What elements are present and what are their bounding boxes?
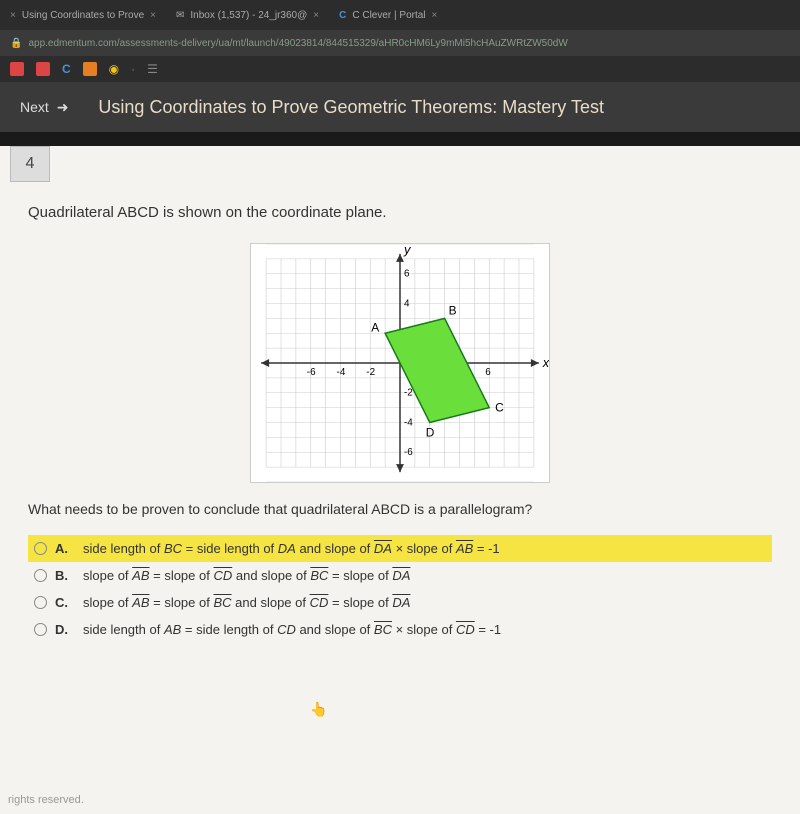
url-text: app.edmentum.com/assessments-delivery/ua… xyxy=(28,38,567,49)
radio-icon[interactable] xyxy=(34,596,47,609)
close-icon[interactable]: × xyxy=(10,10,16,21)
radio-icon[interactable] xyxy=(34,542,47,555)
svg-text:C: C xyxy=(495,401,504,415)
svg-text:B: B xyxy=(449,303,457,317)
option-d[interactable]: D. side length of AB = side length of CD… xyxy=(28,616,772,643)
option-letter: A. xyxy=(55,541,71,556)
svg-text:-4: -4 xyxy=(404,417,413,428)
svg-text:y: y xyxy=(403,243,412,257)
url-bar[interactable]: 🔒 app.edmentum.com/assessments-delivery/… xyxy=(0,30,800,56)
option-a[interactable]: A. side length of BC = side length of DA… xyxy=(28,535,772,562)
cursor-pointer-icon: 👆 xyxy=(310,701,327,718)
footer-text: rights reserved. xyxy=(8,794,84,806)
option-c[interactable]: C. slope of AB = slope of BC and slope o… xyxy=(28,589,772,616)
option-text: side length of BC = side length of DA an… xyxy=(83,541,500,556)
browser-tab[interactable]: C C Clever | Portal × xyxy=(339,10,437,21)
option-letter: C. xyxy=(55,595,71,610)
radio-icon[interactable] xyxy=(34,623,47,636)
question-prompt: Quadrilateral ABCD is shown on the coord… xyxy=(28,204,772,221)
tab-label: Using Coordinates to Prove xyxy=(22,10,144,21)
close-icon[interactable]: × xyxy=(432,10,438,21)
arrow-right-icon: ➜ xyxy=(57,99,69,115)
browser-tabs: × Using Coordinates to Prove × ✉ Inbox (… xyxy=(0,0,800,30)
svg-text:D: D xyxy=(426,425,435,439)
browser-tab[interactable]: ✉ Inbox (1,537) - 24_jr360@ × xyxy=(176,10,319,21)
svg-text:6: 6 xyxy=(485,367,491,378)
question-ask: What needs to be proven to conclude that… xyxy=(28,501,772,517)
close-icon[interactable]: × xyxy=(150,10,156,21)
lock-icon: 🔒 xyxy=(10,38,22,49)
reading-list-icon[interactable]: ☰ xyxy=(147,62,158,76)
bookmark-icon[interactable] xyxy=(36,62,50,76)
tab-label: Inbox (1,537) - 24_jr360@ xyxy=(190,10,307,21)
radio-icon[interactable] xyxy=(34,569,47,582)
bookmark-icon[interactable]: C xyxy=(62,62,71,76)
svg-text:x: x xyxy=(542,355,550,370)
svg-text:4: 4 xyxy=(404,298,410,309)
bookmarks-bar: C ◉ · ☰ xyxy=(0,56,800,82)
option-letter: D. xyxy=(55,622,71,637)
coordinate-grid: x y -6-4-2246-6-4-2246 ABCD xyxy=(250,243,550,483)
option-text: side length of AB = side length of CD an… xyxy=(83,622,501,637)
coordinate-plane-figure: x y -6-4-2246-6-4-2246 ABCD xyxy=(0,243,800,483)
svg-text:-6: -6 xyxy=(307,367,316,378)
option-letter: B. xyxy=(55,568,71,583)
bookmark-icon[interactable] xyxy=(10,62,24,76)
svg-text:-2: -2 xyxy=(366,367,375,378)
question-number: 4 xyxy=(10,146,50,182)
answer-options: A. side length of BC = side length of DA… xyxy=(28,535,772,643)
page-title: Using Coordinates to Prove Geometric The… xyxy=(98,97,604,118)
option-text: slope of AB = slope of BC and slope of C… xyxy=(83,595,410,610)
svg-text:-6: -6 xyxy=(404,447,413,458)
svg-text:-2: -2 xyxy=(404,388,413,399)
page-header: Next ➜ Using Coordinates to Prove Geomet… xyxy=(0,82,800,132)
browser-tab[interactable]: × Using Coordinates to Prove × xyxy=(10,10,156,21)
clever-icon: C xyxy=(339,10,346,21)
svg-text:6: 6 xyxy=(404,269,410,280)
close-icon[interactable]: × xyxy=(313,10,319,21)
mail-icon: ✉ xyxy=(176,10,184,21)
bookmark-icon[interactable]: ◉ xyxy=(109,62,119,76)
option-b[interactable]: B. slope of AB = slope of CD and slope o… xyxy=(28,562,772,589)
bookmark-icon[interactable] xyxy=(83,62,97,76)
option-text: slope of AB = slope of CD and slope of B… xyxy=(83,568,410,583)
svg-text:A: A xyxy=(371,320,379,334)
content-area: 4 Quadrilateral ABCD is shown on the coo… xyxy=(0,146,800,814)
next-button[interactable]: Next ➜ xyxy=(20,99,68,116)
tab-label: C Clever | Portal xyxy=(352,10,425,21)
bookmark-separator: · xyxy=(131,62,135,76)
svg-text:-4: -4 xyxy=(337,367,346,378)
